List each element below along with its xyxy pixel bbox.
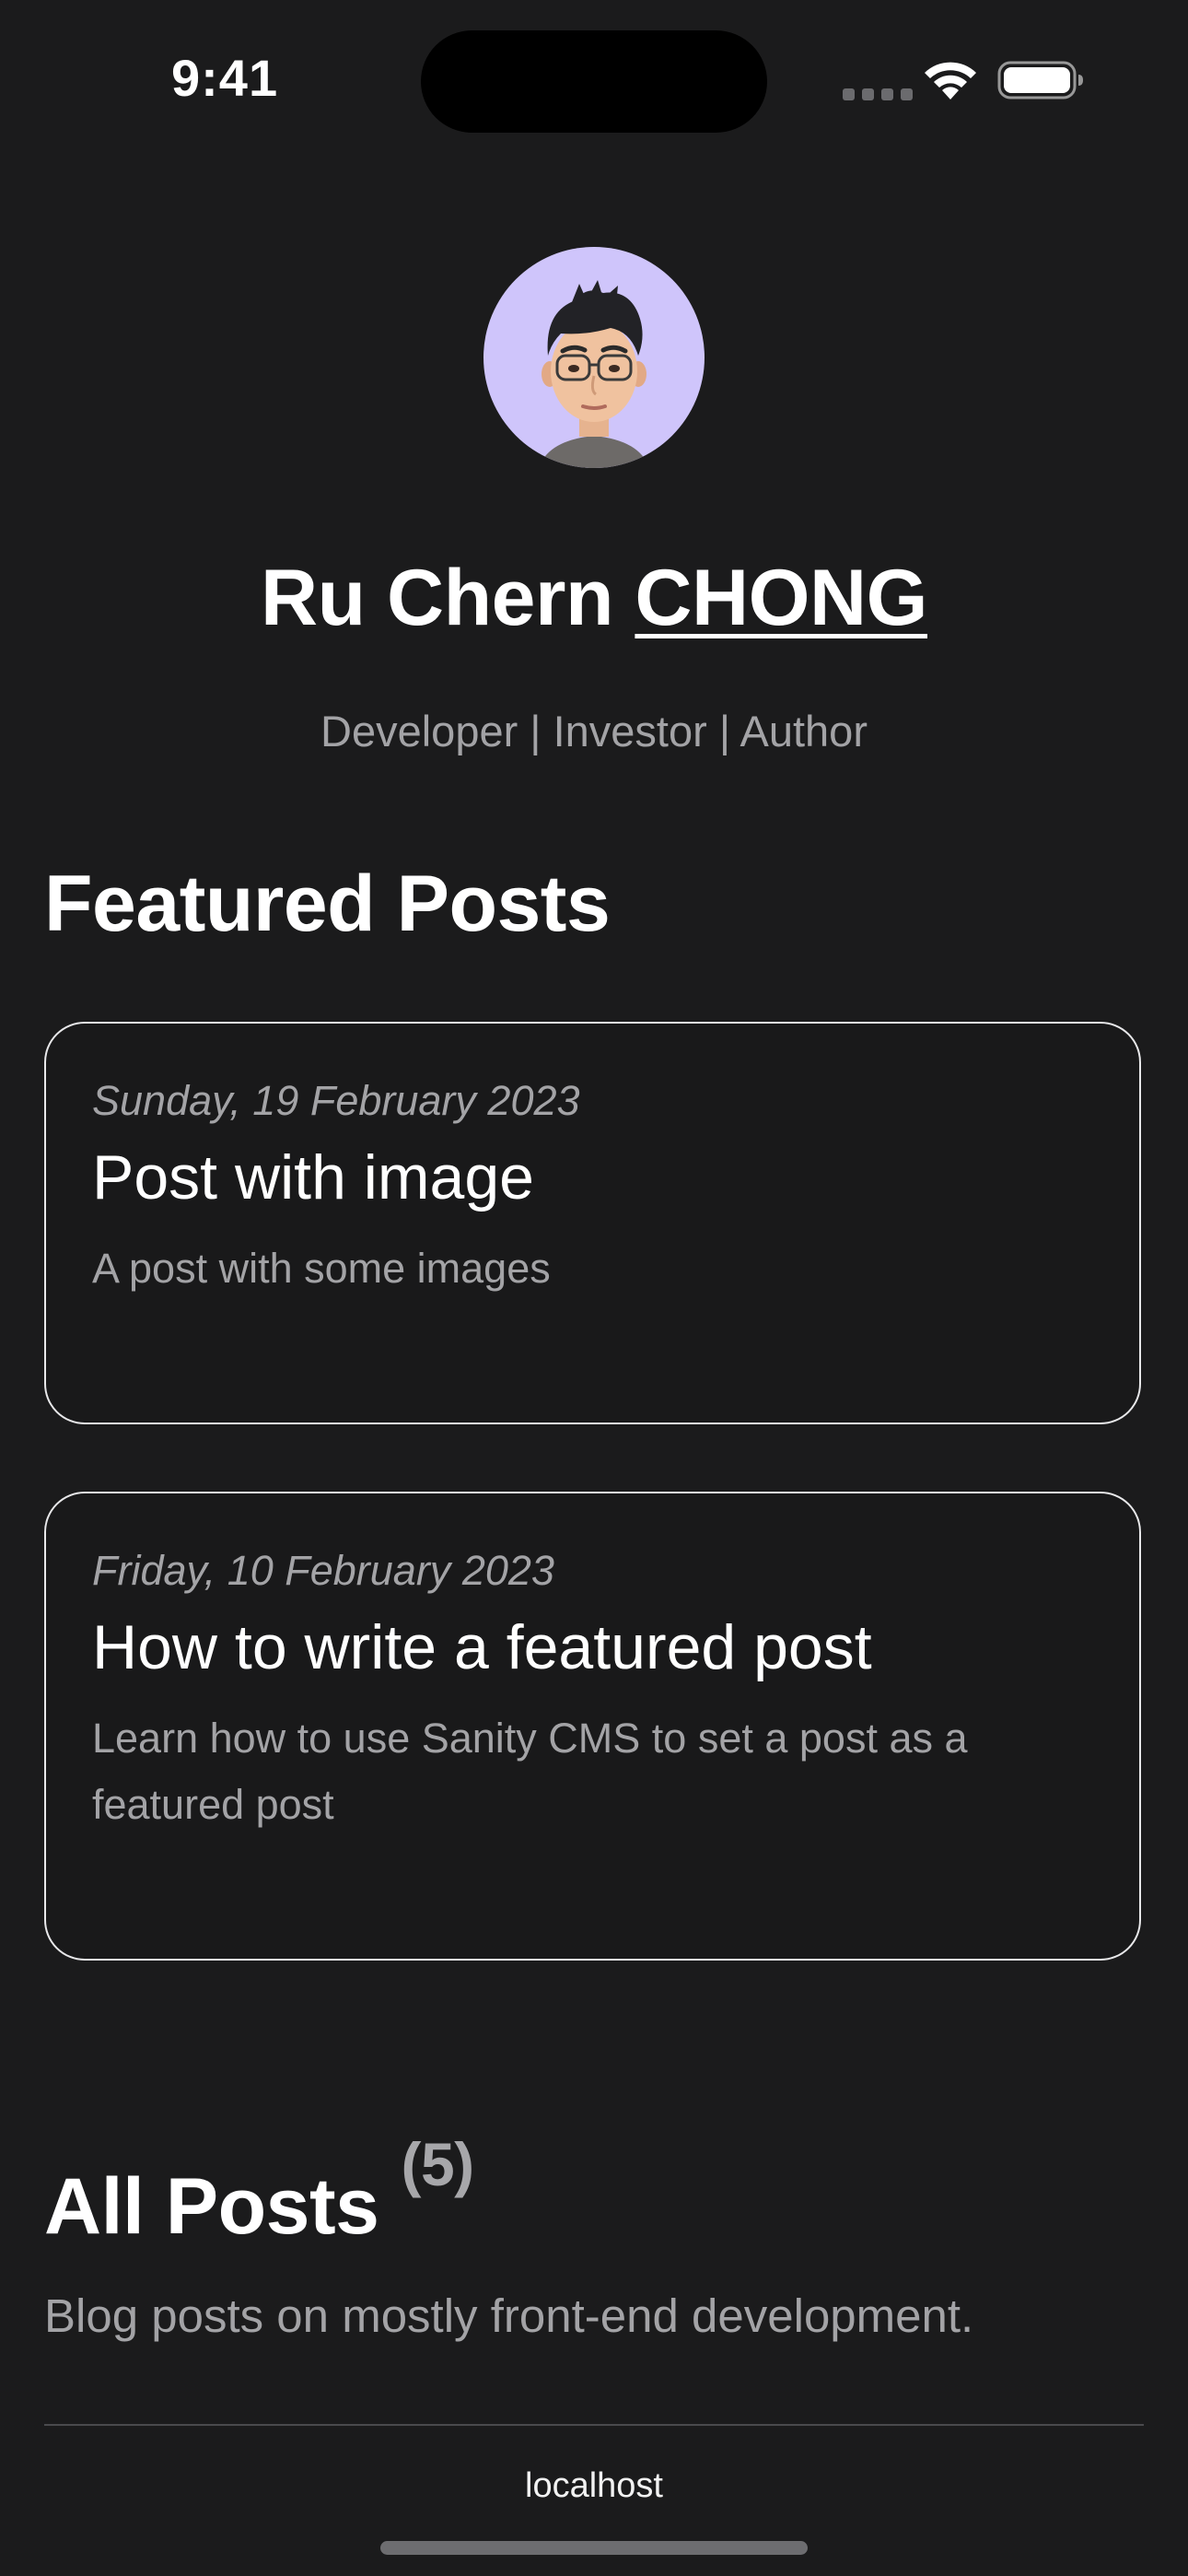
- browser-bottom-bar: localhost: [0, 2424, 1188, 2576]
- battery-icon: [997, 61, 1083, 100]
- author-tagline: Developer | Investor | Author: [320, 707, 868, 755]
- post-date: Sunday, 19 February 2023: [92, 1077, 580, 1124]
- post-title: How to write a featured post: [92, 1612, 872, 1682]
- wifi-icon: [925, 62, 976, 100]
- featured-posts-heading: Featured Posts: [44, 860, 611, 948]
- featured-post-card[interactable]: Sunday, 19 February 2023 Post with image…: [44, 1022, 1141, 1424]
- memoji-avatar-icon: [539, 280, 649, 468]
- all-posts-heading: All Posts (5): [44, 2130, 474, 2253]
- all-posts-description: Blog posts on mostly front-end developme…: [44, 2289, 974, 2342]
- divider: [44, 2424, 1144, 2426]
- avatar: [483, 247, 705, 468]
- author-last-name-link[interactable]: CHONG: [635, 554, 927, 642]
- author-first-names: Ru Chern: [260, 554, 635, 642]
- post-title: Post with image: [92, 1142, 534, 1212]
- post-description: Learn how to use Sanity CMS to set a pos…: [92, 1715, 968, 1828]
- status-bar: 9:41: [0, 0, 1188, 138]
- url-label[interactable]: localhost: [0, 2466, 1188, 2506]
- post-date: Friday, 10 February 2023: [92, 1547, 554, 1594]
- featured-post-card[interactable]: Friday, 10 February 2023 How to write a …: [44, 1492, 1141, 1961]
- posts-count-badge: (5): [401, 2130, 474, 2198]
- signal-dots-icon: [843, 88, 913, 100]
- dynamic-island: [421, 30, 767, 133]
- post-description: A post with some images: [92, 1245, 551, 1292]
- home-indicator[interactable]: [380, 2541, 808, 2555]
- author-name: Ru Chern CHONG: [0, 553, 1188, 644]
- all-posts-title: All Posts: [44, 2162, 379, 2251]
- page: 9:41 Ru Chern CHONG Developer | Investor…: [0, 0, 1188, 2576]
- status-time: 9:41: [171, 49, 279, 107]
